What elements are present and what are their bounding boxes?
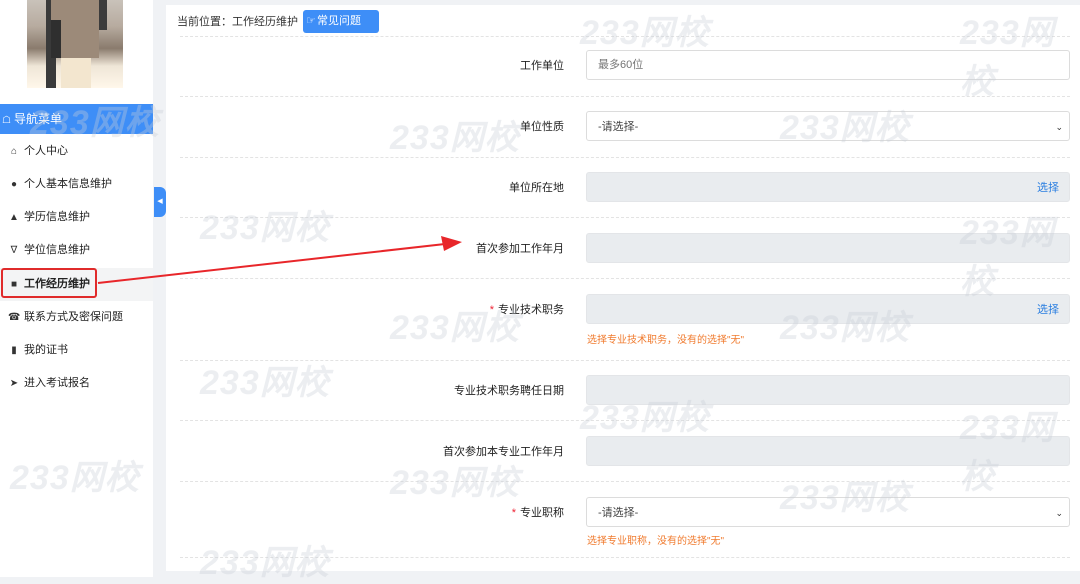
home-icon: ⌂ [10, 146, 18, 157]
sidebar-item-exam-registration[interactable]: ➤ 进入考试报名 [0, 367, 153, 400]
sidebar-item-degree[interactable]: ∇ 学位信息维护 [0, 234, 153, 267]
sidebar-item-education[interactable]: ▲ 学历信息维护 [0, 201, 153, 234]
tech-position-label-text: 专业技术职务 [498, 304, 564, 316]
sidebar: ☖ 导航菜单 ⌂ 个人中心 ● 个人基本信息维护 ▲ 学历信息维护 ∇ 学位信息维护 ■ 工… [0, 0, 153, 577]
row-divider [180, 157, 1070, 158]
required-asterisk: * [489, 304, 494, 316]
row-divider [180, 481, 1070, 482]
unit-nature-value: -请选择- [598, 121, 639, 133]
sidebar-collapse-toggle[interactable]: ◀ [154, 187, 166, 217]
chevron-down-icon: ⌄ [1055, 508, 1063, 518]
sidebar-item-label: 个人基本信息维护 [24, 178, 112, 190]
row-divider [180, 420, 1070, 421]
row-divider [180, 360, 1070, 361]
unit-location-field: 选择 [586, 172, 1070, 202]
sidebar-item-label: 个人中心 [24, 145, 68, 157]
row-divider [180, 217, 1070, 218]
sidebar-item-label: 学位信息维护 [24, 244, 90, 256]
tech-position-date-field[interactable] [586, 375, 1070, 405]
home-icon: ☖ [2, 115, 11, 126]
first-major-work-date-label: 首次参加本专业工作年月 [443, 446, 564, 458]
required-asterisk: * [511, 507, 516, 519]
first-major-work-date-field[interactable] [586, 436, 1070, 466]
work-unit-input[interactable] [586, 50, 1070, 80]
sidebar-item-label: 联系方式及密保问题 [24, 311, 123, 323]
professional-title-label-text: 专业职称 [520, 507, 564, 519]
faq-button-label: 常见问题 [317, 15, 361, 27]
work-unit-label: 工作单位 [520, 60, 564, 72]
unit-location-select-link[interactable]: 选择 [1037, 173, 1059, 203]
professional-title-value: -请选择- [598, 507, 639, 519]
first-work-date-field[interactable] [586, 233, 1070, 263]
professional-title-label: * 专业职称 [304, 504, 564, 520]
row-divider [180, 278, 1070, 279]
unit-nature-label: 单位性质 [520, 121, 564, 133]
circle-arrow-icon: ➤ [9, 378, 19, 389]
sidebar-item-certificates[interactable]: ▮ 我的证书 [0, 334, 153, 367]
row-divider [180, 36, 1070, 37]
sidebar-item-basic-info[interactable]: ● 个人基本信息维护 [0, 168, 153, 201]
graduation-cap-icon: ▲ [9, 212, 19, 223]
avatar [27, 0, 123, 88]
unit-nature-select[interactable]: -请选择- ⌄ [586, 111, 1070, 141]
row-divider [180, 96, 1070, 97]
chevron-down-icon: ⌄ [1055, 122, 1063, 132]
sidebar-item-personal-center[interactable]: ⌂ 个人中心 [0, 135, 153, 168]
tech-position-field: 选择 [586, 294, 1070, 324]
row-divider [180, 557, 1070, 558]
unit-location-label: 单位所在地 [509, 182, 564, 194]
degree-icon: ∇ [10, 245, 18, 256]
first-work-date-label: 首次参加工作年月 [476, 243, 564, 255]
faq-button[interactable]: ☞ 常见问题 [303, 10, 379, 33]
tech-position-label: * 专业技术职务 [304, 301, 564, 317]
pointing-hand-icon: ☞ [306, 15, 316, 27]
highlight-annotation-box [1, 268, 97, 298]
professional-title-select[interactable]: -请选择- ⌄ [586, 497, 1070, 527]
tech-position-select-link[interactable]: 选择 [1037, 295, 1059, 325]
sidebar-item-label: 我的证书 [24, 344, 68, 356]
sidebar-item-contact[interactable]: ☎ 联系方式及密保问题 [0, 301, 153, 334]
nav-menu-header-label: 导航菜单 [13, 112, 62, 126]
professional-title-hint: 选择专业职称，没有的选择"无" [587, 536, 725, 547]
user-icon: ● [10, 179, 18, 190]
sidebar-item-label: 进入考试报名 [24, 377, 90, 389]
tech-position-date-label: 专业技术职务聘任日期 [454, 385, 564, 397]
nav-menu-header: ☖ 导航菜单 [0, 104, 153, 134]
book-icon: ▮ [11, 345, 17, 356]
main-panel [166, 5, 1080, 571]
sidebar-item-label: 学历信息维护 [24, 211, 90, 223]
breadcrumb: 当前位置：工作经历维护 [177, 16, 298, 28]
phone-icon: ☎ [8, 312, 21, 323]
chevron-left-icon: ◀ [157, 198, 163, 205]
tech-position-hint: 选择专业技术职务，没有的选择"无" [587, 335, 745, 346]
